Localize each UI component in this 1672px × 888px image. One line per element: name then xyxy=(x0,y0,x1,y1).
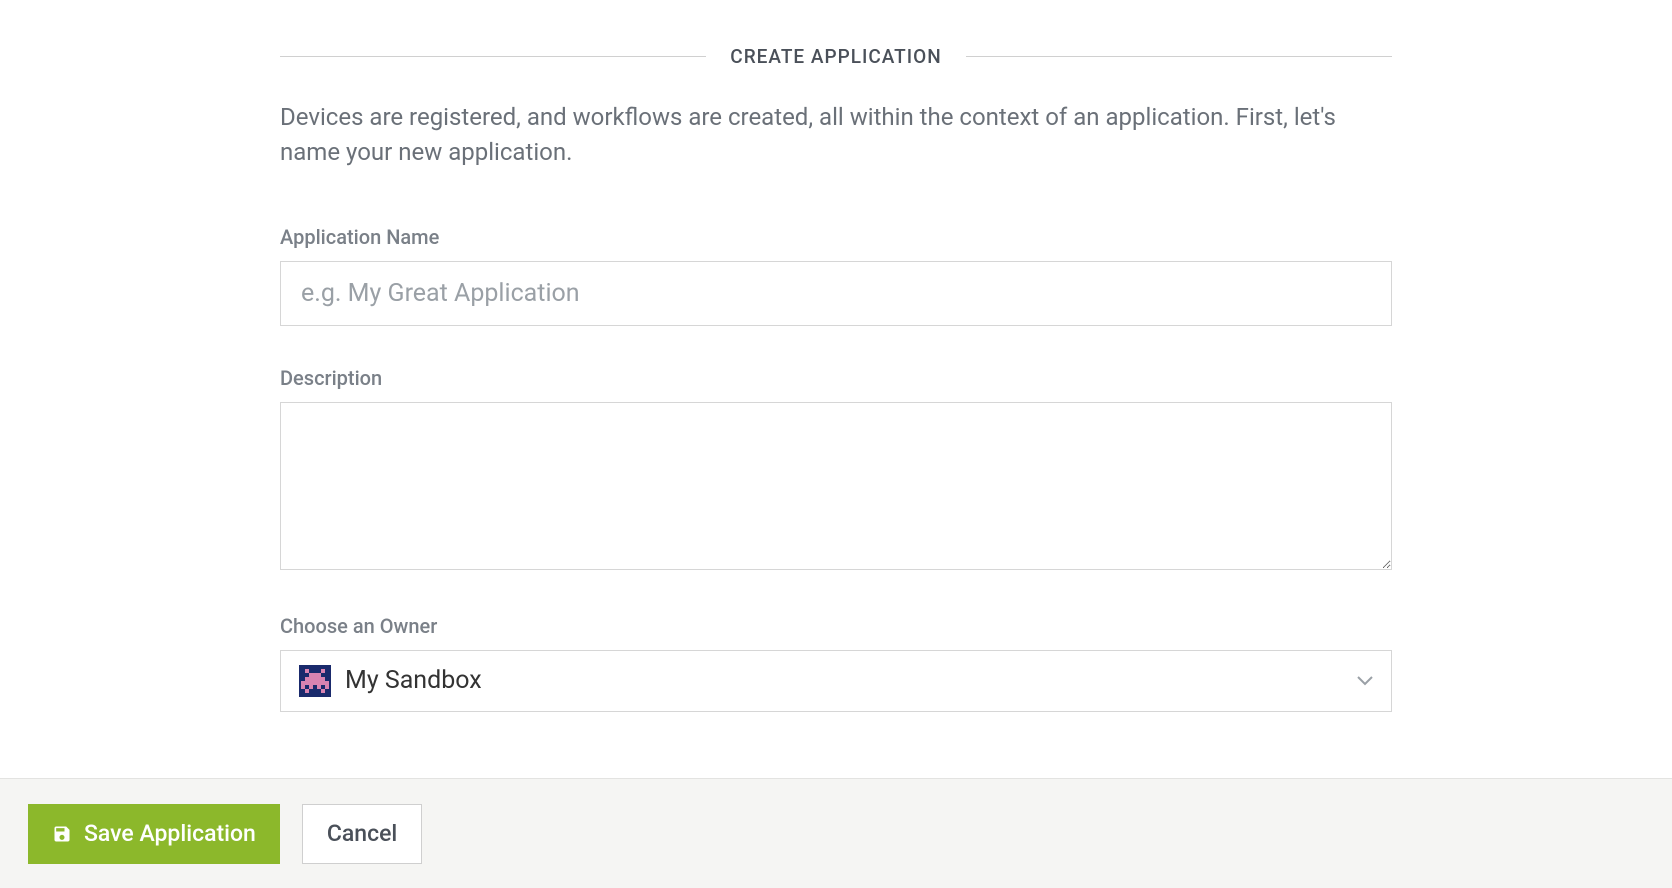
intro-description: Devices are registered, and workflows ar… xyxy=(280,100,1392,170)
space-invader-icon xyxy=(299,665,331,697)
cancel-button[interactable]: Cancel xyxy=(302,804,422,864)
application-name-group: Application Name xyxy=(280,225,1392,326)
application-name-label: Application Name xyxy=(280,225,1392,249)
action-bar: Save Application Cancel xyxy=(0,778,1672,888)
save-button-label: Save Application xyxy=(84,820,256,847)
divider-line xyxy=(280,56,706,57)
owner-group: Choose an Owner xyxy=(280,614,1392,712)
caret-down-icon xyxy=(1357,671,1373,690)
description-group: Description xyxy=(280,366,1392,574)
save-application-button[interactable]: Save Application xyxy=(28,804,280,864)
page-title: CREATE APPLICATION xyxy=(706,45,965,68)
save-icon xyxy=(52,824,72,844)
owner-selected-value: My Sandbox xyxy=(345,666,1357,695)
divider-line xyxy=(966,56,1392,57)
cancel-button-label: Cancel xyxy=(327,820,397,847)
owner-label: Choose an Owner xyxy=(280,614,1392,638)
section-header: CREATE APPLICATION xyxy=(280,45,1392,68)
application-name-input[interactable] xyxy=(280,261,1392,326)
owner-select[interactable]: My Sandbox xyxy=(280,650,1392,712)
create-application-form: CREATE APPLICATION Devices are registere… xyxy=(0,0,1672,712)
description-textarea[interactable] xyxy=(280,402,1392,570)
description-label: Description xyxy=(280,366,1392,390)
